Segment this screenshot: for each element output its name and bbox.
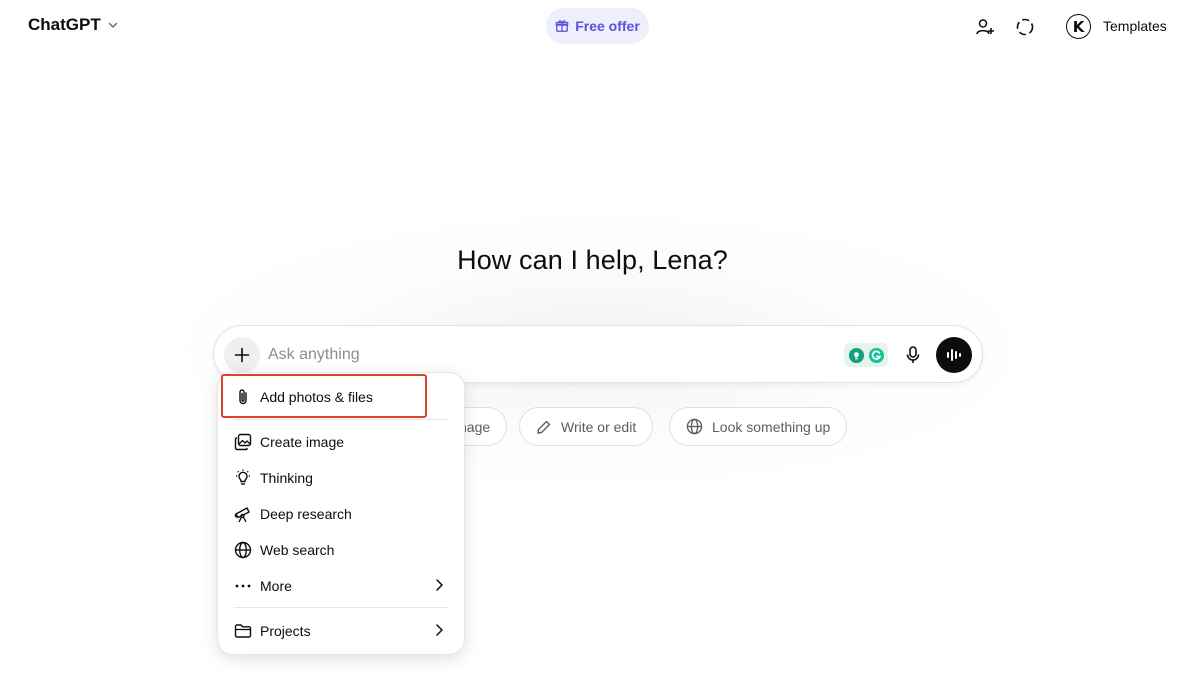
telescope-icon (234, 505, 252, 523)
pencil-icon (537, 420, 551, 434)
chip-label: Write or edit (561, 418, 637, 435)
bulb-extension-icon (848, 347, 864, 363)
dictate-button[interactable] (898, 340, 928, 370)
menu-item-label: Projects (260, 623, 311, 639)
globe-icon (234, 541, 252, 559)
add-user-icon (976, 19, 994, 35)
temporary-chat-button[interactable] (1010, 12, 1040, 42)
folder-icon (234, 622, 252, 640)
gift-icon (555, 20, 569, 32)
globe-icon (686, 418, 703, 435)
menu-item-add-photos-files[interactable]: Add photos & files (226, 380, 458, 414)
chevron-down-icon (108, 22, 117, 28)
templates-link[interactable]: Templates (1103, 18, 1167, 34)
model-selector[interactable]: ChatGPT (28, 15, 119, 35)
menu-divider (234, 607, 449, 608)
free-offer-button[interactable]: Free offer (546, 8, 649, 44)
menu-item-label: Create image (260, 434, 345, 450)
menu-item-web-search[interactable]: Web search (226, 533, 458, 567)
menu-item-label: Deep research (260, 506, 352, 522)
menu-item-deep-research[interactable]: Deep research (226, 497, 458, 531)
plus-icon (234, 347, 250, 363)
grammarly-icon (868, 347, 884, 363)
microphone-icon (906, 346, 920, 363)
voice-mode-button[interactable] (936, 337, 972, 373)
menu-divider (234, 419, 449, 420)
lightbulb-icon (234, 469, 252, 487)
menu-item-label: Thinking (260, 470, 313, 486)
menu-item-label: More (260, 578, 292, 594)
menu-item-thinking[interactable]: Thinking (226, 461, 458, 495)
page-title: How can I help, Lena? (457, 245, 728, 275)
avatar-initial: K (1072, 17, 1085, 36)
chip-label: Look something up (712, 418, 831, 435)
more-dots-icon (234, 577, 252, 595)
chip-write-or-edit[interactable]: Write or edit (519, 407, 654, 446)
waveform-icon (947, 349, 961, 361)
attach-button[interactable] (224, 337, 260, 373)
menu-item-projects[interactable]: Projects (226, 614, 458, 648)
menu-item-label: Add photos & files (260, 389, 373, 405)
dashed-circle-icon (1016, 18, 1034, 36)
menu-item-create-image[interactable]: Create image (226, 425, 458, 459)
brand-label: ChatGPT (28, 15, 101, 34)
chevron-right-icon (436, 624, 443, 636)
menu-item-label: Web search (260, 542, 335, 558)
attach-menu: Add photos & files Create image Thinking… (217, 372, 465, 655)
avatar[interactable]: K (1066, 14, 1091, 39)
chip-look-something-up[interactable]: Look something up (669, 407, 848, 446)
chevron-right-icon (436, 579, 443, 591)
ask-input[interactable] (266, 343, 826, 367)
share-user-button[interactable] (970, 12, 1000, 42)
top-bar: ChatGPT Free offer K Templates (0, 0, 1185, 54)
free-offer-label: Free offer (575, 18, 640, 34)
paperclip-icon (234, 388, 252, 406)
extension-badge[interactable] (844, 343, 888, 367)
image-icon (234, 433, 252, 451)
menu-item-more[interactable]: More (226, 569, 458, 603)
